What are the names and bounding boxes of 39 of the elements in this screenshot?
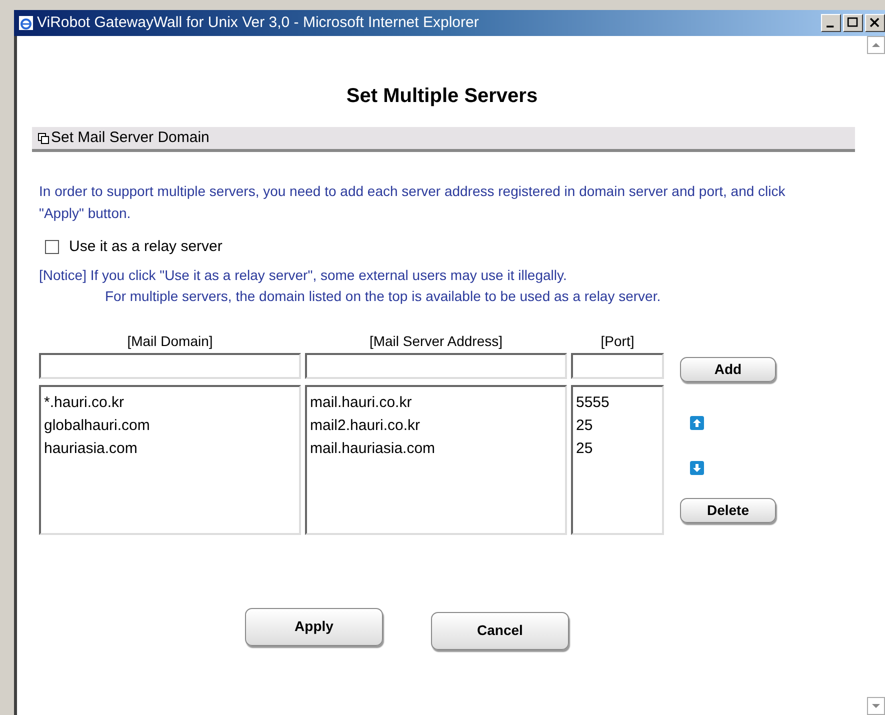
relay-checkbox[interactable]	[45, 240, 59, 254]
list-item[interactable]: globalhauri.com	[44, 414, 299, 436]
window-title: ViRobot GatewayWall for Unix Ver 3,0 - Microsoft Internet Explorer	[37, 12, 479, 33]
list-item[interactable]: hauriasia.com	[44, 436, 299, 460]
delete-button[interactable]: Delete	[680, 498, 776, 522]
column-header: [Mail Domain]	[126, 332, 214, 351]
arrow-up-icon[interactable]	[690, 416, 704, 430]
entry-field[interactable]	[39, 352, 301, 378]
cancel-button[interactable]: Cancel	[431, 612, 569, 650]
scrollbar[interactable]	[867, 36, 885, 715]
notice-text: [Notice] If you click "Use it as a relay server", some external users may use it illegally.	[39, 266, 568, 285]
heading: Set Multiple Servers	[345, 84, 539, 109]
server-list[interactable]: 5555 25 25	[571, 384, 664, 534]
list-item[interactable]: 5555	[576, 390, 662, 414]
arrow-down-icon[interactable]	[690, 460, 704, 474]
notice-text: For multiple servers, the domain listed on the top is available to be used as a relay server.	[104, 286, 662, 306]
relay-label: Use it as a relay server	[69, 237, 222, 257]
list-item[interactable]: mail2.hauri.co.kr	[310, 414, 565, 436]
entry-field[interactable]	[571, 352, 664, 378]
apply-button[interactable]: Apply	[245, 608, 383, 646]
entry-field[interactable]	[305, 352, 567, 378]
browser-icon	[18, 15, 34, 31]
maximize-icon[interactable]	[843, 14, 863, 32]
add-button[interactable]: Add	[680, 356, 776, 382]
server-list[interactable]: mail.hauri.co.kr mail2.hauri.co.kr mail.hauriasia.com	[305, 384, 567, 534]
minimize-icon[interactable]	[821, 14, 841, 32]
scroll-down-icon[interactable]	[867, 697, 885, 715]
column-header: [Port]	[600, 332, 636, 351]
list-item[interactable]: mail.hauriasia.com	[310, 436, 565, 460]
list-item[interactable]: 25	[576, 414, 662, 436]
list-item[interactable]: mail.hauri.co.kr	[310, 390, 565, 414]
column-header: [Mail Server Address]	[368, 332, 504, 351]
server-list[interactable]: *.hauri.co.kr globalhauri.com hauriasia.com	[39, 384, 301, 534]
section-title: Set Mail Server Domain	[51, 128, 210, 148]
window-icon	[38, 132, 49, 144]
close-icon[interactable]	[865, 14, 885, 32]
intro-text: In order to support multiple servers, you need to add each server address registered in domain server and port, and click "Apply" button.	[39, 182, 786, 223]
list-item[interactable]: *.hauri.co.kr	[44, 390, 299, 414]
list-item[interactable]: 25	[576, 436, 662, 460]
